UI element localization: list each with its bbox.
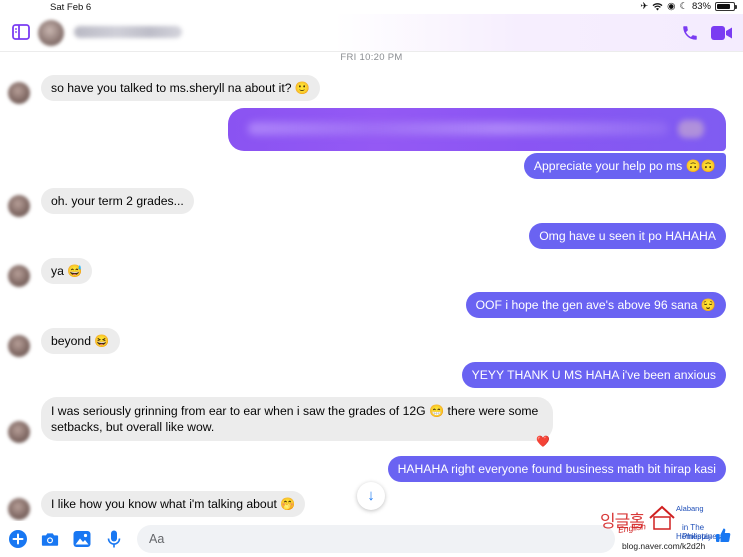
airplane-icon: ✈ (640, 1, 649, 12)
status-date: Sat Feb 6 (50, 2, 92, 13)
sender-avatar[interactable] (8, 335, 30, 357)
microphone-icon[interactable] (105, 530, 123, 548)
arrow-down-icon[interactable]: ↓ (357, 482, 385, 510)
plus-icon[interactable] (9, 530, 27, 548)
video-camera-icon[interactable] (711, 25, 733, 41)
house-icon (649, 505, 675, 530)
sender-avatar[interactable] (8, 195, 30, 217)
sidebar-toggle-icon[interactable] (12, 24, 30, 40)
message-incoming[interactable]: I was seriously grinning from ear to ear… (41, 397, 553, 441)
message-input[interactable] (137, 525, 615, 553)
status-icons: ✈ ◉ ☾ 83% (640, 1, 737, 12)
camera-icon[interactable] (41, 530, 59, 548)
redacted-emoji (678, 120, 704, 138)
sender-avatar[interactable] (8, 265, 30, 287)
sender-avatar[interactable] (8, 82, 30, 104)
gallery-icon[interactable] (73, 530, 91, 548)
battery-icon (715, 2, 737, 11)
thumbs-up-icon[interactable] (715, 527, 731, 543)
lock-rotation-icon: ◉ (667, 1, 676, 12)
heart-icon[interactable]: ❤️ (536, 435, 550, 449)
wifi-icon (652, 3, 663, 11)
message-outgoing[interactable]: OOF i hope the gen ave's above 96 sana 😌 (465, 292, 726, 318)
status-bar: Sat Feb 6 ✈ ◉ ☾ 83% (0, 0, 743, 14)
sender-avatar[interactable] (8, 498, 30, 520)
watermark-homestay: Homestay (676, 532, 713, 541)
message-outgoing[interactable]: Appreciate your help po ms 🙃🙃 (523, 153, 726, 179)
message-outgoing-redacted[interactable] (228, 108, 726, 151)
watermark-logo: 잉글홈 English Alabang in The Philippines H… (598, 503, 743, 557)
phone-icon[interactable] (681, 24, 699, 42)
conversation-header (0, 14, 743, 52)
message-incoming[interactable]: I like how you know what i'm talking abo… (41, 491, 306, 517)
message-incoming[interactable]: ya 😅 (41, 258, 93, 284)
message-incoming[interactable]: oh. your term 2 grades... (41, 188, 194, 214)
message-outgoing[interactable]: YEYY THANK U MS HAHA i've been anxious (461, 362, 726, 388)
battery-percent: 83% (691, 1, 711, 12)
message-incoming[interactable]: beyond 😆 (41, 328, 120, 354)
message-outgoing[interactable]: HAHAHA right everyone found business mat… (387, 456, 726, 482)
moon-icon: ☾ (679, 1, 688, 12)
redacted-text (248, 122, 668, 135)
watermark-alabang: Alabang (676, 504, 704, 513)
contact-name[interactable] (74, 26, 182, 38)
contact-avatar[interactable] (38, 20, 64, 46)
message-incoming[interactable]: so have you talked to ms.sheryll na abou… (41, 75, 321, 101)
sender-avatar[interactable] (8, 421, 30, 443)
thread-timestamp: FRI 10:20 PM (340, 52, 403, 63)
message-outgoing[interactable]: Omg have u seen it po HAHAHA (529, 223, 726, 249)
watermark-url: blog.naver.com/k2d2h (622, 541, 706, 551)
